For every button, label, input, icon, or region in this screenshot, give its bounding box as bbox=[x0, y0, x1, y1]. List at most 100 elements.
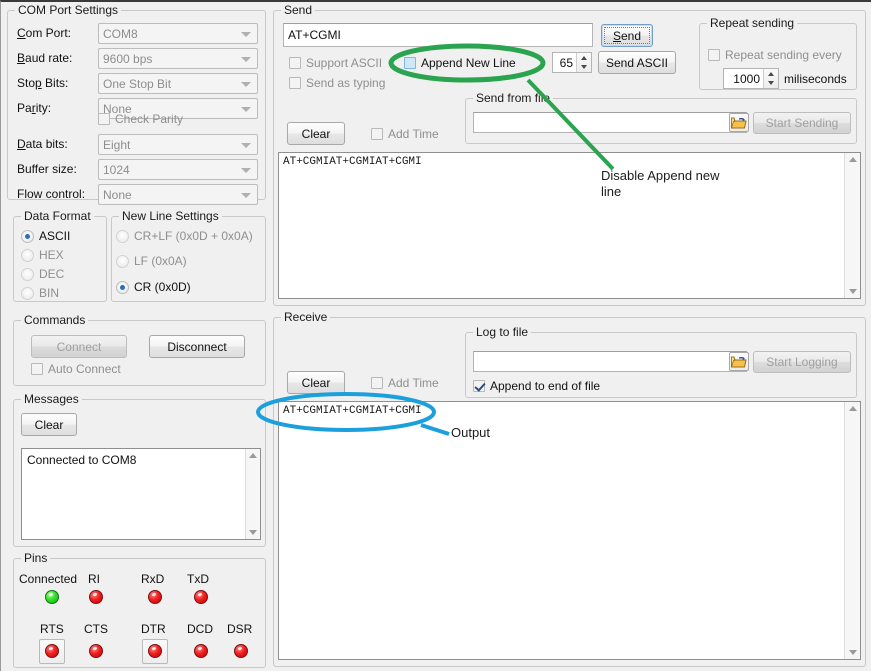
radio-data-format-dec[interactable]: DEC bbox=[21, 267, 64, 281]
repeat-interval-spinner[interactable]: 1000 bbox=[723, 68, 779, 89]
chevron-down-icon bbox=[241, 143, 251, 148]
serial-terminal-window: COM Port Settings Com Port: COM8 Baud ra… bbox=[0, 0, 871, 671]
radio-label: BIN bbox=[39, 286, 59, 300]
pin-led-rxd bbox=[148, 590, 162, 604]
radio-dot bbox=[21, 287, 34, 300]
blue-annotation-text: Output bbox=[451, 425, 490, 441]
radio-label: ASCII bbox=[39, 229, 70, 243]
checkbox-box bbox=[473, 380, 485, 392]
receive-clear-button[interactable]: Clear bbox=[287, 371, 345, 394]
send-log-scrollbar[interactable] bbox=[844, 153, 860, 298]
disconnect-button-label: Disconnect bbox=[167, 340, 226, 354]
flow-control-value: None bbox=[103, 188, 132, 202]
pin-label-txd: TxD bbox=[187, 572, 209, 586]
flow-control-label: Flow control: bbox=[17, 187, 85, 201]
send-ascii-label: Send ASCII bbox=[606, 56, 668, 70]
send-input[interactable]: AT+CGMI bbox=[283, 23, 593, 47]
scroll-up-icon[interactable] bbox=[849, 157, 857, 162]
radio-newline-crlf[interactable]: CR+LF (0x0D + 0x0A) bbox=[116, 229, 253, 243]
send-log-text: AT+CGMIAT+CGMIAT+CGMI bbox=[283, 156, 842, 168]
pin-label-cts: CTS bbox=[84, 622, 108, 636]
checkbox-box bbox=[289, 57, 301, 69]
baud-rate-combo[interactable]: 9600 bps bbox=[98, 48, 258, 69]
receive-add-time-checkbox[interactable]: Add Time bbox=[371, 376, 439, 390]
messages-scrollbar[interactable] bbox=[245, 449, 260, 539]
start-logging-button[interactable]: Start Logging bbox=[753, 351, 851, 373]
com-port-value: COM8 bbox=[103, 27, 138, 41]
ascii-code-spinner[interactable]: 65 bbox=[552, 52, 592, 73]
send-clear-button[interactable]: Clear bbox=[287, 122, 345, 145]
send-button[interactable]: Send bbox=[601, 24, 653, 47]
spinner-up-icon[interactable] bbox=[577, 53, 591, 63]
support-ascii-checkbox[interactable]: Support ASCII bbox=[289, 56, 382, 70]
radio-label: CR (0x0D) bbox=[134, 280, 191, 294]
auto-connect-checkbox[interactable]: Auto Connect bbox=[31, 362, 121, 376]
buffer-size-label: Buffer size: bbox=[17, 162, 77, 176]
send-ascii-button[interactable]: Send ASCII bbox=[598, 51, 676, 74]
messages-listbox[interactable]: Connected to COM8 bbox=[21, 448, 261, 540]
scroll-down-icon[interactable] bbox=[849, 289, 857, 294]
connect-button[interactable]: Connect bbox=[31, 335, 127, 358]
green-annotation-text: Disable Append new line bbox=[601, 168, 751, 200]
data-bits-combo[interactable]: Eight bbox=[98, 134, 258, 155]
check-parity-checkbox[interactable]: Check Parity bbox=[98, 112, 183, 126]
folder-open-icon bbox=[730, 353, 748, 370]
spinner-up-icon[interactable] bbox=[764, 69, 778, 79]
send-input-value: AT+CGMI bbox=[288, 28, 341, 42]
pin-label-ri: RI bbox=[88, 572, 100, 586]
radio-dot bbox=[21, 249, 34, 262]
spinner-buttons[interactable] bbox=[763, 69, 778, 88]
send-as-typing-checkbox[interactable]: Send as typing bbox=[289, 76, 385, 90]
log-to-file-input[interactable] bbox=[473, 351, 747, 372]
pin-led-txd bbox=[194, 590, 208, 604]
receive-log-area[interactable]: AT+CGMIAT+CGMIAT+CGMI bbox=[278, 401, 861, 660]
scroll-up-icon[interactable] bbox=[249, 453, 257, 458]
radio-newline-lf[interactable]: LF (0x0A) bbox=[116, 254, 187, 268]
disconnect-button[interactable]: Disconnect bbox=[149, 335, 245, 358]
pin-led-rts bbox=[45, 644, 59, 658]
start-sending-button[interactable]: Start Sending bbox=[753, 112, 851, 134]
scroll-up-icon[interactable] bbox=[849, 406, 857, 411]
chevron-down-icon bbox=[241, 168, 251, 173]
stop-bits-label: Stop Bits: bbox=[17, 76, 68, 90]
radio-label: CR+LF (0x0D + 0x0A) bbox=[134, 229, 253, 243]
pin-label-connected: Connected bbox=[19, 572, 77, 586]
append-new-line-checkbox[interactable]: Append New Line bbox=[404, 56, 516, 70]
radio-label: DEC bbox=[39, 267, 64, 281]
com-port-combo[interactable]: COM8 bbox=[98, 23, 258, 44]
buffer-size-combo[interactable]: 1024 bbox=[98, 159, 258, 180]
spinner-down-icon[interactable] bbox=[577, 63, 591, 73]
parity-label: Parity: bbox=[17, 101, 51, 115]
pin-label-rts: RTS bbox=[40, 622, 64, 636]
log-to-file-browse-button[interactable] bbox=[729, 352, 749, 371]
new-line-settings-title: New Line Settings bbox=[119, 209, 222, 223]
chevron-down-icon bbox=[241, 193, 251, 198]
radio-newline-cr[interactable]: CR (0x0D) bbox=[116, 280, 191, 294]
repeat-sending-checkbox[interactable]: Repeat sending every bbox=[708, 48, 842, 62]
flow-control-combo[interactable]: None bbox=[98, 184, 258, 205]
radio-data-format-ascii[interactable]: ASCII bbox=[21, 229, 70, 243]
radio-data-format-bin[interactable]: BIN bbox=[21, 286, 59, 300]
send-from-file-browse-button[interactable] bbox=[729, 113, 749, 132]
spinner-down-icon[interactable] bbox=[764, 79, 778, 89]
messages-clear-button[interactable]: Clear bbox=[21, 413, 77, 436]
send-log-area[interactable]: AT+CGMIAT+CGMIAT+CGMI bbox=[278, 152, 861, 299]
scroll-down-icon[interactable] bbox=[849, 650, 857, 655]
log-to-file-title: Log to file bbox=[473, 325, 531, 339]
spinner-buttons[interactable] bbox=[576, 53, 591, 72]
receive-log-scrollbar[interactable] bbox=[844, 402, 860, 659]
send-from-file-input[interactable] bbox=[473, 112, 747, 133]
pin-led-dtr bbox=[148, 644, 162, 658]
append-to-end-of-file-checkbox[interactable]: Append to end of file bbox=[473, 379, 600, 393]
send-add-time-checkbox[interactable]: Add Time bbox=[371, 127, 439, 141]
support-ascii-label: Support ASCII bbox=[306, 56, 382, 70]
radio-dot bbox=[21, 230, 34, 243]
scroll-down-icon[interactable] bbox=[249, 530, 257, 535]
baud-rate-value: 9600 bps bbox=[103, 52, 152, 66]
send-title: Send bbox=[281, 3, 315, 17]
commands-title: Commands bbox=[21, 313, 88, 327]
radio-data-format-hex[interactable]: HEX bbox=[21, 248, 64, 262]
data-bits-label: Data bits: bbox=[17, 137, 68, 151]
stop-bits-combo[interactable]: One Stop Bit bbox=[98, 73, 258, 94]
com-port-settings-title: COM Port Settings bbox=[15, 3, 121, 17]
